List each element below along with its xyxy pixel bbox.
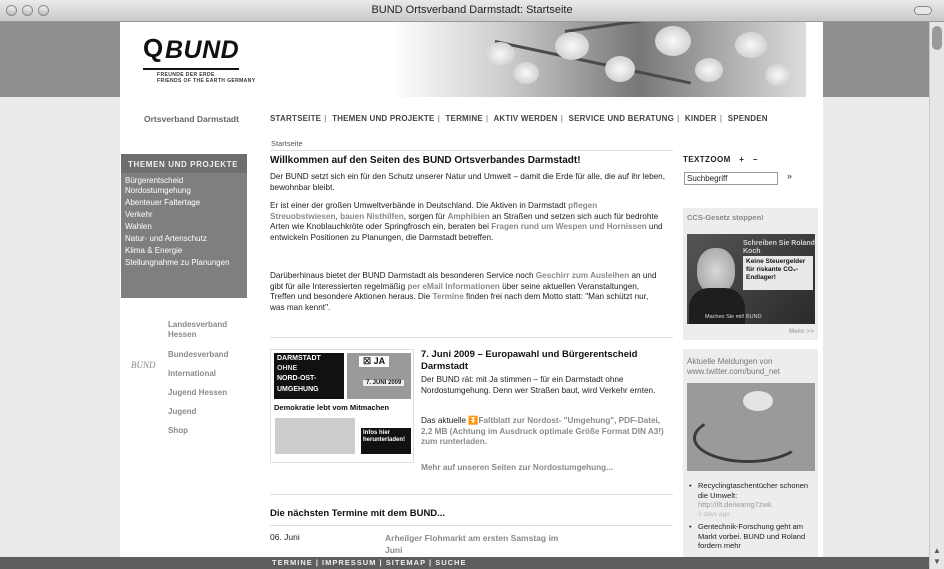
nav-themen-und-projekte[interactable]: THEMEN UND PROJEKTE bbox=[332, 114, 434, 123]
footer-bar: TERMINE | IMPRESSUM | SITEMAP | SUCHE bbox=[0, 557, 929, 569]
twitter-bird-image bbox=[687, 383, 815, 471]
termine-heading: Die nächsten Termine mit dem BUND... bbox=[270, 508, 446, 519]
article-paragraph: Der BUND rät: mit Ja stimmen – für ein D… bbox=[421, 375, 656, 395]
nav-aktiv-werden[interactable]: AKTIV WERDEN bbox=[493, 114, 557, 123]
footer-suche[interactable]: SUCHE bbox=[435, 558, 466, 567]
link-nisthilfen[interactable]: bauen Nisthilfen bbox=[340, 212, 404, 221]
textzoom: TEXTZOOM + – bbox=[683, 155, 758, 164]
tweet-item: Gentechnik-Forschung geht am Markt vorbe… bbox=[689, 522, 815, 551]
logo-symbol-icon: Q bbox=[143, 33, 164, 63]
event-title[interactable]: Arheilger Flohmarkt am ersten Samstag im… bbox=[385, 532, 565, 556]
vertical-scrollbar[interactable]: ▲ ▼ bbox=[929, 22, 944, 569]
more-link[interactable]: Mehr >> bbox=[789, 328, 814, 335]
sidebar-heading: THEMEN UND PROJEKTE bbox=[121, 154, 247, 173]
twitter-box: Aktuelle Meldungen von www.twitter.com/b… bbox=[683, 349, 818, 569]
link-bundesverband[interactable]: Bundesverband bbox=[168, 350, 228, 360]
footer-sitemap[interactable]: SITEMAP bbox=[386, 558, 426, 567]
sidebar-topics: THEMEN UND PROJEKTE Bürgerentscheid Nord… bbox=[121, 154, 247, 298]
ccs-title: CCS-Gesetz stoppen! bbox=[687, 213, 764, 222]
site-name: Ortsverband Darmstadt bbox=[144, 114, 239, 124]
link-jugend[interactable]: Jugend bbox=[168, 407, 196, 417]
link-landesverband[interactable]: Landesverband Hessen bbox=[168, 320, 244, 340]
link-amphibien[interactable]: Amphibien bbox=[447, 212, 489, 221]
bund-mark: BUND bbox=[131, 360, 156, 370]
twitter-list: Recyclingtaschentücher schonen die Umwel… bbox=[689, 481, 815, 554]
toolbar-toggle-button[interactable] bbox=[914, 6, 932, 15]
zoom-out-button[interactable]: – bbox=[753, 155, 758, 164]
sidebar-item-faltertage[interactable]: Abenteuer Faltertage bbox=[121, 197, 247, 209]
scrollbar-thumb[interactable] bbox=[932, 26, 942, 50]
sidebar-item-artenschutz[interactable]: Natur- und Artenschutz bbox=[121, 233, 247, 245]
search-input[interactable] bbox=[684, 172, 778, 185]
sidebar-item-stellungnahme[interactable]: Stellungnahme zu Planungen bbox=[121, 257, 247, 269]
about-paragraph: Er ist einer der großen Umweltverbände i… bbox=[270, 201, 663, 242]
page: Q BUND FREUNDE DER ERDE FRIENDS OF THE EA… bbox=[120, 22, 823, 569]
scroll-up-icon[interactable]: ▲ bbox=[933, 546, 941, 555]
window-title: BUND Ortsverband Darmstadt: Startseite bbox=[371, 4, 573, 16]
scroll-down-icon[interactable]: ▼ bbox=[933, 557, 941, 566]
twitter-title[interactable]: Aktuelle Meldungen von www.twitter.com/b… bbox=[687, 357, 815, 377]
link-international[interactable]: International bbox=[168, 369, 216, 379]
logo-tagline: FREUNDE DER ERDE FRIENDS OF THE EARTH GER… bbox=[157, 72, 256, 84]
browser-window: BUND Ortsverband Darmstadt: Startseite Q… bbox=[0, 0, 944, 569]
page-viewport: Q BUND FREUNDE DER ERDE FRIENDS OF THE EA… bbox=[0, 22, 944, 569]
nav-startseite[interactable]: STARTSEITE bbox=[270, 114, 321, 123]
logo-wordmark: BUND bbox=[165, 36, 240, 64]
header-strip-left bbox=[0, 22, 135, 97]
footer-termine[interactable]: TERMINE bbox=[272, 558, 313, 567]
main-nav: STARTSEITE | THEMEN UND PROJEKTE | TERMINE… bbox=[270, 114, 768, 123]
bird-icon bbox=[743, 391, 773, 411]
pdf-icon: ⏬ bbox=[468, 416, 479, 425]
header-strip-right bbox=[808, 22, 929, 97]
link-shop[interactable]: Shop bbox=[168, 426, 188, 436]
welcome-heading: Willkommen auf den Seiten des BUND Ortsv… bbox=[270, 155, 581, 166]
ccs-teaser[interactable]: CCS-Gesetz stoppen! Schreiben Sie Roland… bbox=[683, 208, 818, 340]
link-termine-inline[interactable]: Termine bbox=[433, 292, 464, 301]
article-heading: 7. Juni 2009 – Europawahl und Bürgerents… bbox=[421, 349, 638, 372]
search-submit-button[interactable]: » bbox=[787, 171, 792, 181]
sidebar-item-verkehr[interactable]: Verkehr bbox=[121, 209, 247, 221]
zoom-in-button[interactable]: + bbox=[739, 155, 744, 164]
link-nordostumgehung-more[interactable]: Mehr auf unseren Seiten zur Nordostumgeh… bbox=[421, 463, 613, 472]
header-banner: Q BUND FREUNDE DER ERDE FRIENDS OF THE EA… bbox=[135, 22, 806, 97]
sidebar-item-wahlen[interactable]: Wahlen bbox=[121, 221, 247, 233]
tweet-link[interactable]: http://ilt.de/wamg7zwk bbox=[698, 500, 815, 510]
ccs-campaign-image[interactable]: Schreiben Sie Roland Koch Keine Steuerge… bbox=[687, 234, 815, 324]
nav-spenden[interactable]: SPENDEN bbox=[728, 114, 768, 123]
link-wespen-hornissen[interactable]: Fragen rund um Wespen und Hornissen bbox=[491, 222, 646, 231]
breadcrumb[interactable]: Startseite bbox=[271, 139, 303, 148]
event-date: 06. Juni bbox=[270, 532, 300, 542]
ballot-ja: ☒ JA bbox=[359, 356, 390, 367]
sidebar-item-klima[interactable]: Klima & Energie bbox=[121, 245, 247, 257]
campaign-poster[interactable]: DARMSTADT OHNE NORD-OST- UMGEHUNG ☒ JA 7… bbox=[270, 349, 414, 463]
link-email-info[interactable]: per eMail Informationen bbox=[407, 282, 499, 291]
nav-kinder[interactable]: KINDER bbox=[685, 114, 717, 123]
external-links: BUND Landesverband Hessen Bundesverband … bbox=[120, 312, 248, 462]
sidebar-item-nordostumgehung[interactable]: Bürgerentscheid Nordostumgehung bbox=[121, 175, 247, 197]
tweet-item: Recyclingtaschentücher schonen die Umwel… bbox=[689, 481, 815, 519]
service-paragraph: Darüberhinaus bietet der BUND Darmstadt … bbox=[270, 271, 657, 312]
link-jugend-hessen[interactable]: Jugend Hessen bbox=[168, 388, 227, 398]
nav-service-und-beratung[interactable]: SERVICE UND BERATUNG bbox=[569, 114, 675, 123]
intro-paragraph: Der BUND setzt sich ein für den Schutz u… bbox=[270, 172, 666, 192]
footer-impressum[interactable]: IMPRESSUM bbox=[322, 558, 376, 567]
nav-termine[interactable]: TERMINE bbox=[445, 114, 482, 123]
link-geschirr[interactable]: Geschirr zum Ausleihen bbox=[536, 271, 629, 280]
footer-nav: TERMINE | IMPRESSUM | SITEMAP | SUCHE bbox=[272, 558, 467, 567]
title-bar: BUND Ortsverband Darmstadt: Startseite bbox=[0, 0, 944, 22]
article-download: Das aktuelle ⏬Faltblatt zur Nordost- "Um… bbox=[421, 416, 664, 447]
navigation-row: Ortsverband Darmstadt STARTSEITE | THEMEN… bbox=[120, 97, 823, 141]
